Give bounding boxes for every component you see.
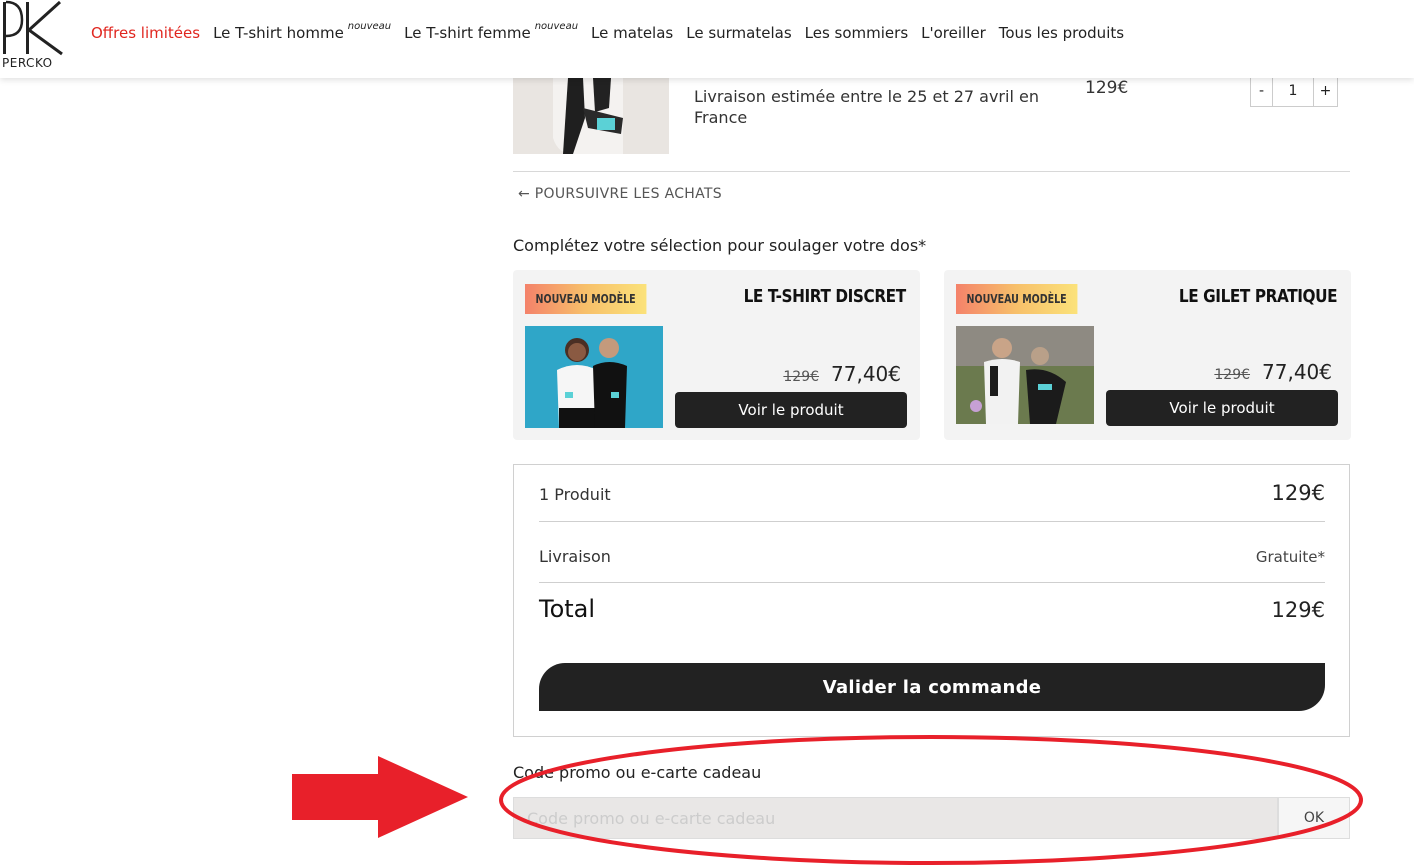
delivery-estimate: Livraison estimée entre le 25 et 27 avri… — [694, 87, 1039, 127]
nav-surmatelas[interactable]: Le surmatelas — [686, 24, 791, 42]
new-tag: nouveau — [347, 21, 392, 32]
nav-label: Offres limitées — [91, 24, 201, 42]
new-model-badge: NOUVEAU MODÈLE — [525, 284, 647, 314]
upsell-heading: Complétez votre sélection pour soulager … — [513, 236, 927, 255]
red-arrow-icon — [292, 756, 468, 838]
nav-label: L'oreiller — [921, 24, 986, 42]
brand-name: PERCKO — [2, 56, 53, 70]
nav-label: Le matelas — [591, 24, 674, 42]
upsell-card-gilet: NOUVEAU MODÈLE LE GILET PRATIQUE 129€ 77… — [944, 270, 1351, 440]
cart-item-image[interactable] — [513, 78, 669, 154]
gilet-photo — [956, 326, 1094, 424]
old-price: 129€ — [783, 369, 820, 385]
view-product-button[interactable]: Voir le produit — [675, 392, 907, 428]
nav-label: Les sommiers — [804, 24, 909, 42]
increase-quantity-button[interactable]: + — [1313, 75, 1337, 106]
nav-oreiller[interactable]: L'oreiller — [921, 24, 986, 42]
nav-label: Tous les produits — [998, 24, 1125, 42]
price-group: 129€ 77,40€ — [783, 362, 901, 386]
card-title: LE GILET PRATIQUE — [1178, 286, 1338, 307]
new-model-badge: NOUVEAU MODÈLE — [956, 284, 1078, 314]
summary-delivery-row: Livraison Gratuite* — [539, 547, 1325, 566]
continue-shopping-link[interactable]: ← POURSUIVRE LES ACHATS — [518, 186, 722, 202]
divider — [513, 171, 1350, 172]
new-tag: nouveau — [534, 21, 579, 32]
nav-tshirt-homme[interactable]: Le T-shirt homme nouveau — [213, 21, 392, 42]
nav-label: Le T-shirt homme — [213, 24, 344, 42]
card-image[interactable] — [956, 326, 1094, 424]
nav-sommiers[interactable]: Les sommiers — [805, 24, 909, 42]
tshirt-photo — [525, 326, 663, 428]
price-group: 129€ 77,40€ — [1214, 360, 1332, 384]
validate-order-button[interactable]: Valider la commande — [539, 663, 1325, 711]
site-header: PERCKO Offres limitées Le T-shirt homme n… — [0, 0, 1414, 78]
card-image[interactable] — [525, 326, 663, 428]
decrease-quantity-button[interactable]: - — [1251, 75, 1273, 106]
nav-matelas[interactable]: Le matelas — [591, 24, 673, 42]
old-price: 129€ — [1214, 367, 1251, 383]
divider — [539, 582, 1325, 583]
nav-label: Le T-shirt femme — [404, 24, 531, 42]
order-summary: 1 Produit 129€ Livraison Gratuite* Total… — [513, 464, 1350, 737]
delivery-value: Gratuite* — [1255, 548, 1325, 566]
nav-label: Le surmatelas — [686, 24, 792, 42]
delivery-label: Livraison — [539, 547, 611, 566]
total-label: Total — [539, 595, 596, 623]
discount-price: 77,40€ — [1262, 360, 1332, 384]
nav-tshirt-femme[interactable]: Le T-shirt femme nouveau — [404, 21, 579, 42]
summary-products-row: 1 Produit 129€ — [539, 481, 1325, 505]
products-count-label: 1 Produit — [539, 485, 611, 504]
upsell-card-tshirt: NOUVEAU MODÈLE LE T-SHIRT DISCRET 129€ 7… — [513, 270, 920, 440]
main-nav: Offres limitées Le T-shirt homme nouveau … — [91, 21, 1137, 42]
divider — [539, 521, 1325, 522]
card-title: LE T-SHIRT DISCRET — [743, 286, 907, 307]
quantity-value[interactable]: 1 — [1273, 75, 1313, 106]
summary-total-row: Total 129€ — [539, 595, 1325, 623]
nav-offres-limitees[interactable]: Offres limitées — [91, 24, 200, 42]
discount-price: 77,40€ — [831, 362, 901, 386]
product-photo — [513, 78, 669, 154]
nav-tous-produits[interactable]: Tous les produits — [999, 24, 1124, 42]
promo-code-label: Code promo ou e-carte cadeau — [513, 763, 762, 782]
promo-ok-button[interactable]: OK — [1278, 797, 1350, 839]
pk-logo-icon — [3, 0, 63, 56]
cart-item-price: 129€ — [1085, 78, 1129, 98]
products-subtotal: 129€ — [1271, 481, 1325, 505]
promo-code-input[interactable] — [513, 797, 1278, 839]
view-product-button[interactable]: Voir le produit — [1106, 390, 1338, 426]
total-value: 129€ — [1271, 598, 1325, 622]
percko-logo[interactable]: PERCKO — [0, 0, 72, 72]
quantity-stepper: - 1 + — [1250, 74, 1338, 107]
